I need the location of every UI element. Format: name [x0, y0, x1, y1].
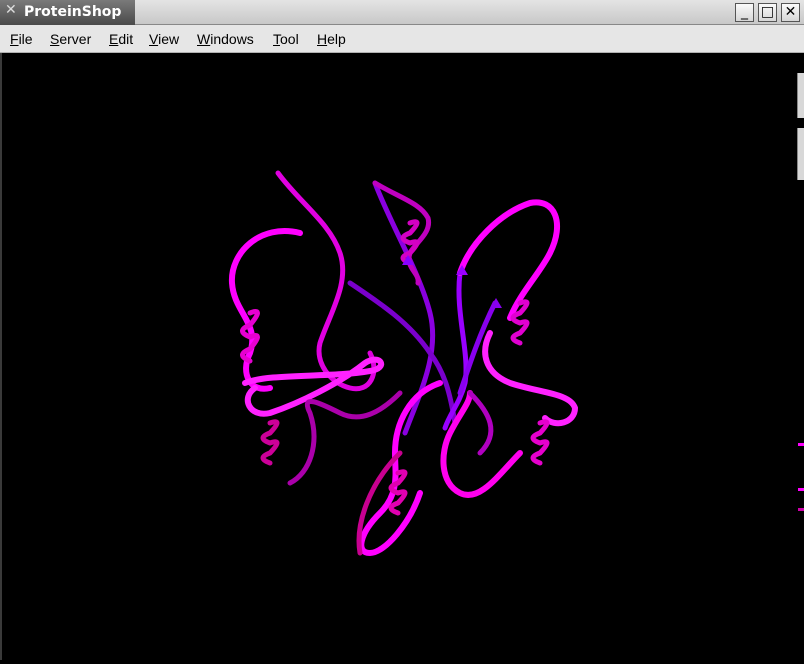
ribbon-right-lobe [457, 199, 561, 321]
ribbon-lower-left-helix [260, 419, 280, 466]
protein-ribbon-render [228, 170, 804, 556]
menu-server[interactable]: Server [50, 31, 91, 47]
menu-edit[interactable]: Edit [109, 31, 133, 47]
ribbon-right-tail [467, 390, 494, 456]
right-edge-mark-2 [798, 488, 804, 491]
menu-view[interactable]: View [149, 31, 179, 47]
title-bar[interactable]: ✕ ProteinShop _ □ ✕ [0, 0, 804, 25]
ribbon-center-strand-2 [347, 280, 458, 426]
strand-arrow-3 [490, 298, 502, 308]
window-left-border [0, 53, 2, 660]
side-panel-widget-2[interactable] [797, 128, 804, 180]
right-edge-mark-3 [798, 508, 804, 511]
x-app-icon: ✕ [5, 2, 17, 18]
ribbon-right-lower-helix [530, 419, 550, 466]
window-title: ProteinShop [24, 4, 122, 20]
side-panel-widget-1[interactable] [797, 73, 804, 118]
menu-file[interactable]: File [10, 31, 33, 47]
minimize-button[interactable]: _ [735, 3, 754, 22]
menu-help[interactable]: Help [317, 31, 346, 47]
menu-tool[interactable]: Tool [273, 31, 299, 47]
maximize-button[interactable]: □ [758, 3, 777, 22]
ribbon-right-loop [482, 330, 578, 427]
right-edge-mark-1 [798, 443, 804, 446]
3d-viewport[interactable] [0, 53, 804, 660]
menu-windows[interactable]: Windows [197, 31, 254, 47]
ribbon-left-lobe [275, 170, 377, 392]
close-button[interactable]: ✕ [781, 3, 800, 22]
strand-arrow-2 [456, 265, 468, 275]
title-tab[interactable]: ✕ ProteinShop [0, 0, 135, 25]
ribbon-left-loop [228, 228, 303, 392]
menu-bar: File Server Edit View Windows Tool Help [0, 25, 804, 53]
ribbon-lower-center [358, 380, 443, 556]
